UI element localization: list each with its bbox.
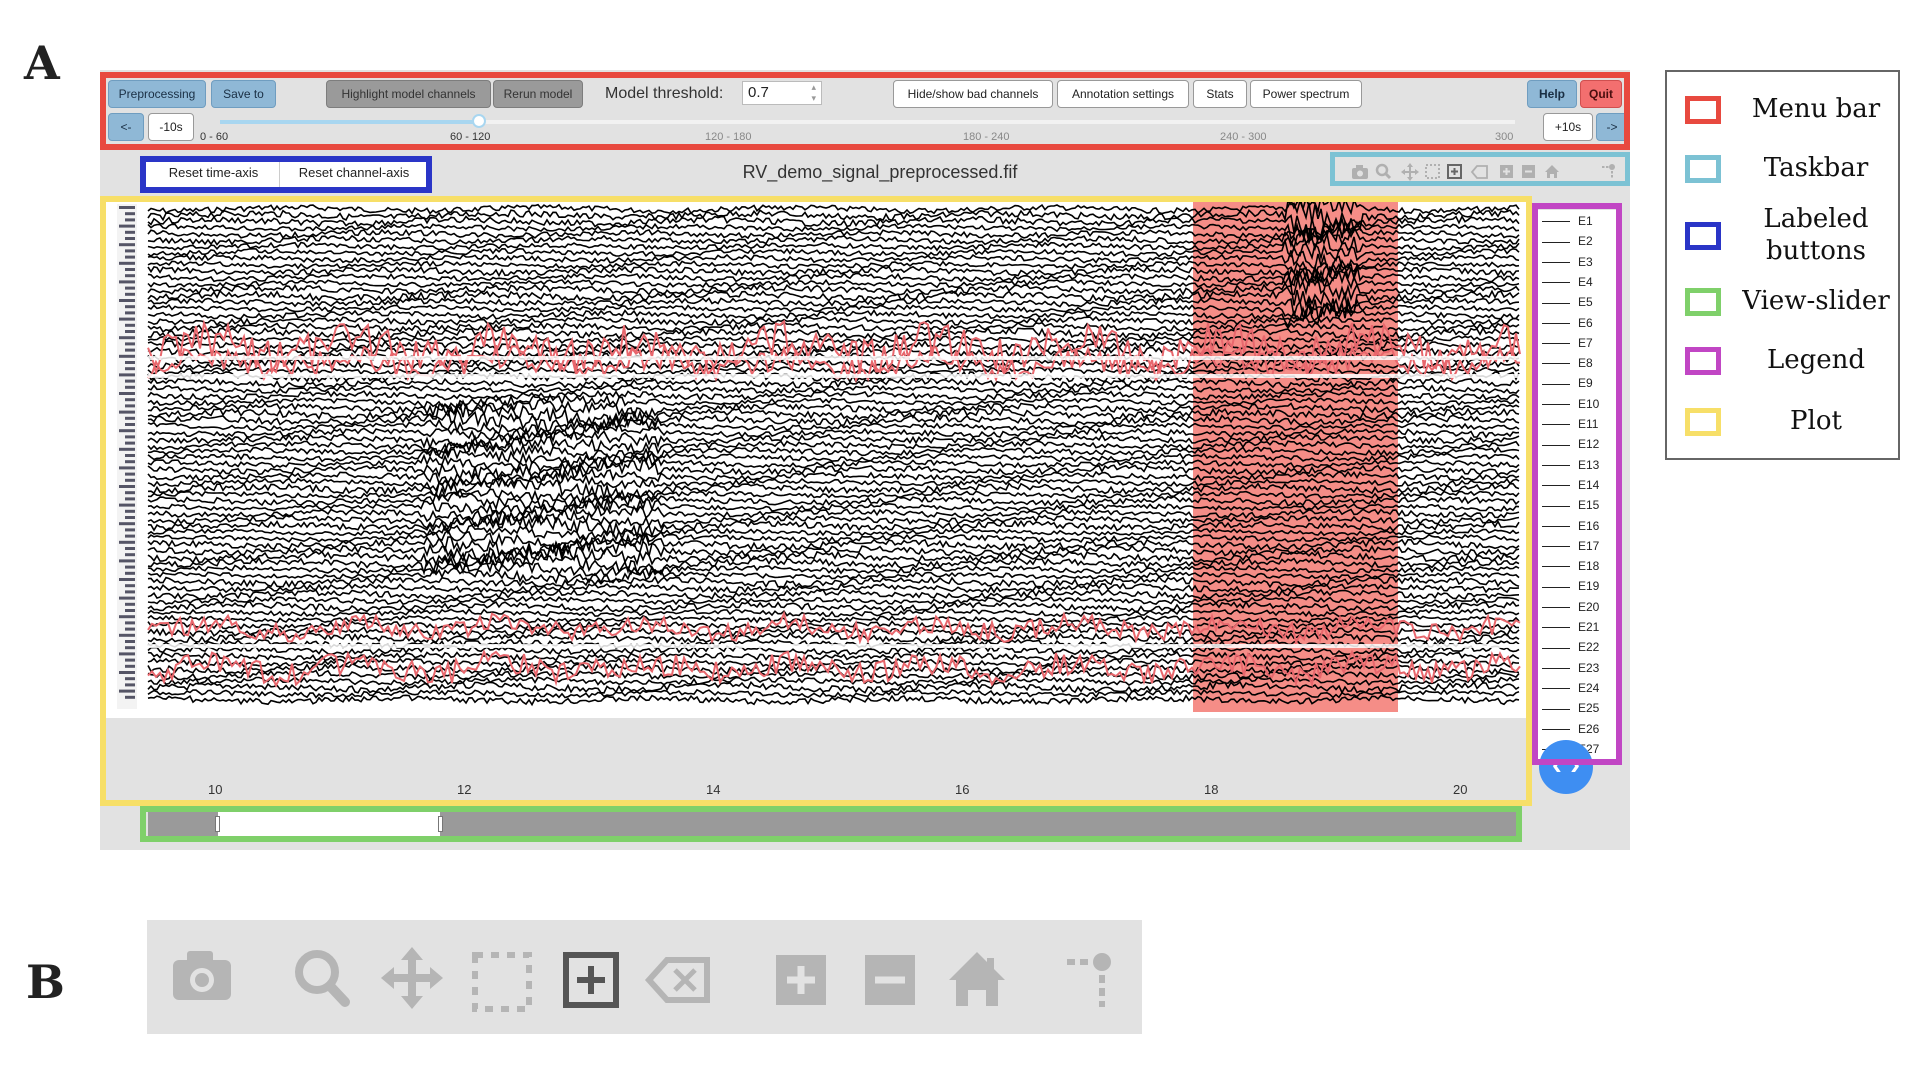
key-labeled-buttons: Labeled buttons [1685, 200, 1895, 270]
zoom-icon[interactable] [295, 950, 350, 1007]
labeled-buttons-highlight [140, 156, 432, 193]
key-plot: Plot [1685, 396, 1895, 446]
key-taskbar: Taskbar [1685, 143, 1895, 193]
key-label-view-slider: View-slider [1742, 286, 1890, 316]
plot-title: RV_demo_signal_preprocessed.fif [742, 162, 1018, 182]
key-swatch-labeled-buttons [1685, 222, 1721, 250]
key-label-taskbar: Taskbar [1763, 153, 1869, 183]
zoom-out-icon[interactable] [865, 955, 915, 1005]
key-swatch-menu-bar [1685, 96, 1721, 124]
key-label-legend: Legend [1766, 345, 1866, 375]
key-label-menu-bar: Menu bar [1751, 94, 1881, 124]
home-icon[interactable] [949, 952, 1005, 1006]
taskbar-highlight [1330, 152, 1630, 186]
key-menu-bar: Menu bar [1685, 84, 1895, 134]
key-label-plot: Plot [1790, 406, 1842, 436]
box-zoom-icon[interactable] [563, 952, 619, 1008]
view-slider-highlight [140, 806, 1522, 842]
box-select-icon[interactable] [472, 952, 532, 1012]
app-window: Preprocessing Save to Highlight model ch… [100, 70, 1630, 850]
panel-label-a: A [24, 36, 60, 90]
key-swatch-plot [1685, 408, 1721, 436]
key-legend: Legend [1685, 335, 1895, 385]
panel-label-b: B [26, 955, 65, 1009]
erase-icon[interactable] [644, 957, 710, 1003]
key-view-slider: View-slider [1685, 276, 1895, 326]
enlarged-toolbar [147, 920, 1142, 1034]
pan-icon[interactable] [381, 947, 443, 1009]
key-swatch-legend [1685, 347, 1721, 375]
key-swatch-view-slider [1685, 288, 1721, 316]
menu-bar-highlight [100, 72, 1630, 150]
spike-lines-icon[interactable] [1067, 953, 1111, 1007]
key-swatch-taskbar [1685, 155, 1721, 183]
camera-icon[interactable] [173, 951, 231, 1000]
key-label-labeled-buttons: Labeled buttons [1763, 204, 1869, 266]
plot-highlight [100, 196, 1532, 806]
zoom-in-icon[interactable] [776, 955, 826, 1005]
legend-highlight [1532, 203, 1622, 765]
highlight-key: Menu bar Taskbar Labeled buttons View-sl… [1665, 70, 1900, 460]
